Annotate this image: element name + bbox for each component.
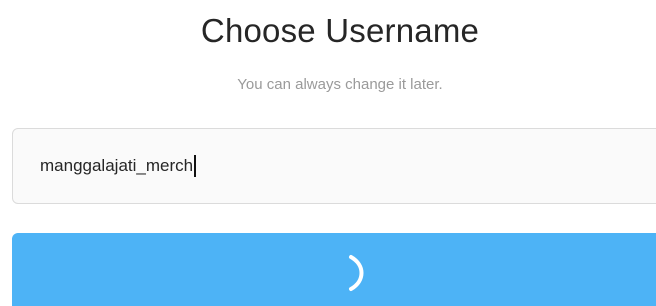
choose-username-screen: Choose Username You can always change it… bbox=[0, 0, 656, 306]
next-button[interactable] bbox=[12, 233, 656, 306]
spinner-icon bbox=[349, 255, 364, 291]
page-title: Choose Username bbox=[200, 12, 480, 49]
text-cursor bbox=[194, 155, 197, 177]
page-subtitle: You can always change it later. bbox=[237, 76, 443, 93]
username-input[interactable]: manggalajati_merch bbox=[12, 128, 656, 204]
username-value: manggalajati_merch bbox=[40, 156, 194, 175]
